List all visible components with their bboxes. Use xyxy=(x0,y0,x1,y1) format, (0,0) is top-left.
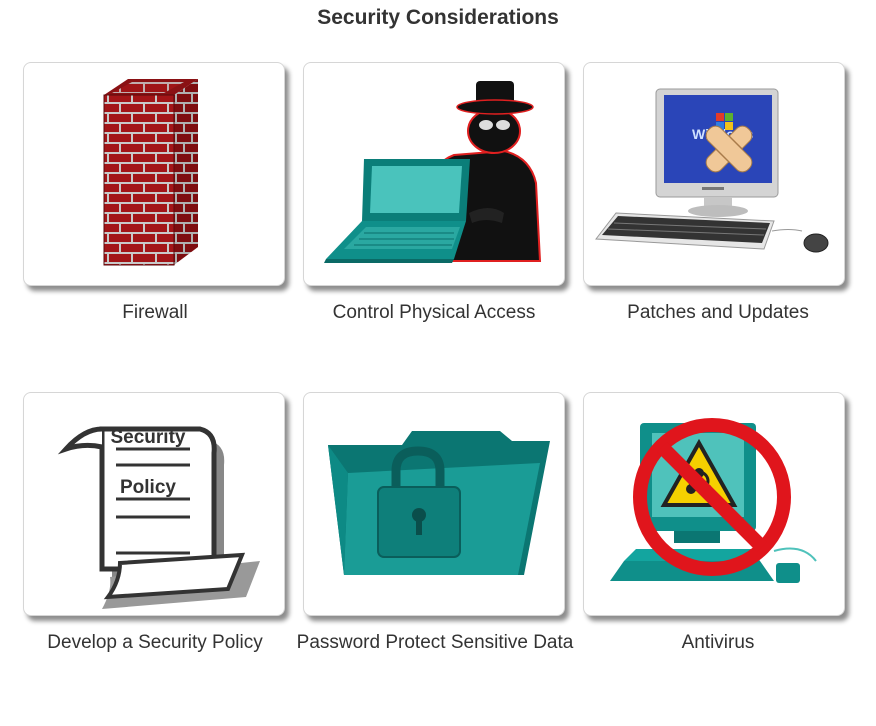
security-policy-label: Develop a Security Policy xyxy=(47,632,263,653)
password-protect-card[interactable] xyxy=(303,392,565,616)
intruder-laptop-icon xyxy=(324,81,542,263)
security-policy-card[interactable]: Security Policy xyxy=(23,392,285,616)
patches-label: Patches and Updates xyxy=(627,302,809,323)
security-policy-scroll-icon: Security Policy xyxy=(57,426,260,609)
antivirus-card[interactable] xyxy=(583,392,845,616)
patches-card[interactable]: Windows xyxy=(583,62,845,286)
firewall-label: Firewall xyxy=(122,302,188,323)
physical-access-card[interactable] xyxy=(303,62,565,286)
antivirus-label: Antivirus xyxy=(681,632,755,653)
page-title: Security Considerations xyxy=(317,6,559,29)
physical-access-label: Control Physical Access xyxy=(332,302,536,323)
firewall-card[interactable] xyxy=(23,62,285,286)
password-protect-label: Password Protect Sensitive Data xyxy=(296,632,574,653)
scroll-line-2: Policy xyxy=(120,477,176,498)
firewall-icon xyxy=(103,79,198,266)
patched-computer-icon: Windows xyxy=(595,88,829,253)
no-biohazard-computer-icon xyxy=(610,418,817,583)
scroll-line-1: Security xyxy=(111,427,186,448)
locked-folder-icon xyxy=(328,431,550,575)
